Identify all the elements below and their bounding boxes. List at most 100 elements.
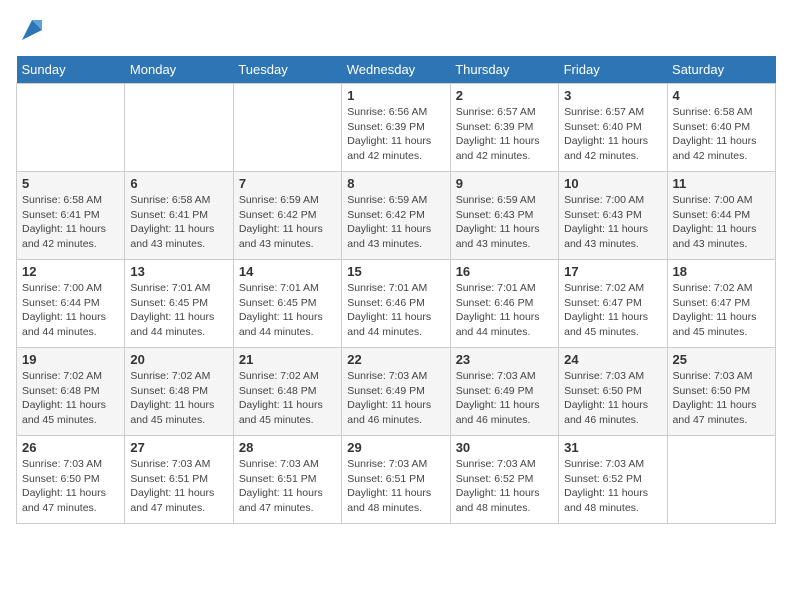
day-number: 26 <box>22 440 119 455</box>
day-of-week-header: Thursday <box>450 56 558 84</box>
day-info: Sunrise: 7:01 AMSunset: 6:45 PMDaylight:… <box>130 281 227 340</box>
day-info: Sunrise: 7:03 AMSunset: 6:51 PMDaylight:… <box>130 457 227 516</box>
calendar-week-row: 26 Sunrise: 7:03 AMSunset: 6:50 PMDayligh… <box>17 436 776 524</box>
calendar-cell <box>233 84 341 172</box>
day-info: Sunrise: 7:01 AMSunset: 6:45 PMDaylight:… <box>239 281 336 340</box>
day-info: Sunrise: 7:02 AMSunset: 6:47 PMDaylight:… <box>564 281 661 340</box>
day-number: 10 <box>564 176 661 191</box>
day-info: Sunrise: 6:58 AMSunset: 6:41 PMDaylight:… <box>22 193 119 252</box>
day-info: Sunrise: 7:00 AMSunset: 6:43 PMDaylight:… <box>564 193 661 252</box>
day-info: Sunrise: 7:03 AMSunset: 6:50 PMDaylight:… <box>22 457 119 516</box>
day-number: 18 <box>673 264 770 279</box>
logo <box>16 16 46 44</box>
calendar-week-row: 12 Sunrise: 7:00 AMSunset: 6:44 PMDayligh… <box>17 260 776 348</box>
day-info: Sunrise: 7:01 AMSunset: 6:46 PMDaylight:… <box>347 281 444 340</box>
day-number: 13 <box>130 264 227 279</box>
day-of-week-header: Sunday <box>17 56 125 84</box>
day-info: Sunrise: 6:57 AMSunset: 6:39 PMDaylight:… <box>456 105 553 164</box>
day-number: 6 <box>130 176 227 191</box>
day-number: 27 <box>130 440 227 455</box>
day-info: Sunrise: 6:58 AMSunset: 6:41 PMDaylight:… <box>130 193 227 252</box>
day-number: 30 <box>456 440 553 455</box>
calendar-cell: 22Sunrise: 7:03 AMSunset: 6:49 PMDayligh… <box>342 348 450 436</box>
day-number: 28 <box>239 440 336 455</box>
calendar-cell: 14 Sunrise: 7:01 AMSunset: 6:45 PMDayligh… <box>233 260 341 348</box>
calendar-cell: 5 Sunrise: 6:58 AMSunset: 6:41 PMDaylight… <box>17 172 125 260</box>
day-info: Sunrise: 7:03 AMSunset: 6:52 PMDaylight:… <box>564 457 661 516</box>
calendar-cell: 3Sunrise: 6:57 AMSunset: 6:40 PMDaylight… <box>559 84 667 172</box>
day-number: 8 <box>347 176 444 191</box>
day-number: 11 <box>673 176 770 191</box>
calendar-cell: 23 Sunrise: 7:03 AMSunset: 6:49 PMDayligh… <box>450 348 558 436</box>
calendar-header-row: SundayMondayTuesdayWednesdayThursdayFrid… <box>17 56 776 84</box>
calendar-cell: 21 Sunrise: 7:02 AMSunset: 6:48 PMDayligh… <box>233 348 341 436</box>
day-info: Sunrise: 7:02 AMSunset: 6:48 PMDaylight:… <box>22 369 119 428</box>
calendar-cell: 28 Sunrise: 7:03 AMSunset: 6:51 PMDayligh… <box>233 436 341 524</box>
day-info: Sunrise: 7:00 AMSunset: 6:44 PMDaylight:… <box>22 281 119 340</box>
calendar-cell: 4 Sunrise: 6:58 AMSunset: 6:40 PMDaylight… <box>667 84 775 172</box>
day-number: 12 <box>22 264 119 279</box>
calendar-cell <box>125 84 233 172</box>
calendar-table: SundayMondayTuesdayWednesdayThursdayFrid… <box>16 56 776 524</box>
calendar-cell: 2 Sunrise: 6:57 AMSunset: 6:39 PMDaylight… <box>450 84 558 172</box>
calendar-cell: 24 Sunrise: 7:03 AMSunset: 6:50 PMDayligh… <box>559 348 667 436</box>
day-number: 24 <box>564 352 661 367</box>
calendar-cell: 31 Sunrise: 7:03 AMSunset: 6:52 PMDayligh… <box>559 436 667 524</box>
day-number: 23 <box>456 352 553 367</box>
day-number: 1 <box>347 88 444 103</box>
day-info: Sunrise: 7:03 AMSunset: 6:51 PMDaylight:… <box>347 457 444 516</box>
calendar-cell: 19 Sunrise: 7:02 AMSunset: 6:48 PMDayligh… <box>17 348 125 436</box>
calendar-cell: 8Sunrise: 6:59 AMSunset: 6:42 PMDaylight… <box>342 172 450 260</box>
calendar-cell: 20 Sunrise: 7:02 AMSunset: 6:48 PMDayligh… <box>125 348 233 436</box>
calendar-week-row: 1Sunrise: 6:56 AMSunset: 6:39 PMDaylight… <box>17 84 776 172</box>
day-of-week-header: Wednesday <box>342 56 450 84</box>
day-number: 22 <box>347 352 444 367</box>
calendar-cell: 15Sunrise: 7:01 AMSunset: 6:46 PMDayligh… <box>342 260 450 348</box>
calendar-cell: 26 Sunrise: 7:03 AMSunset: 6:50 PMDayligh… <box>17 436 125 524</box>
day-info: Sunrise: 7:03 AMSunset: 6:51 PMDaylight:… <box>239 457 336 516</box>
calendar-cell: 18 Sunrise: 7:02 AMSunset: 6:47 PMDayligh… <box>667 260 775 348</box>
day-number: 17 <box>564 264 661 279</box>
day-number: 21 <box>239 352 336 367</box>
day-of-week-header: Tuesday <box>233 56 341 84</box>
day-number: 5 <box>22 176 119 191</box>
calendar-cell <box>17 84 125 172</box>
day-info: Sunrise: 7:03 AMSunset: 6:49 PMDaylight:… <box>456 369 553 428</box>
calendar-cell: 10 Sunrise: 7:00 AMSunset: 6:43 PMDayligh… <box>559 172 667 260</box>
calendar-cell <box>667 436 775 524</box>
calendar-cell: 13 Sunrise: 7:01 AMSunset: 6:45 PMDayligh… <box>125 260 233 348</box>
day-number: 16 <box>456 264 553 279</box>
day-info: Sunrise: 7:03 AMSunset: 6:50 PMDaylight:… <box>673 369 770 428</box>
day-number: 31 <box>564 440 661 455</box>
day-info: Sunrise: 7:02 AMSunset: 6:48 PMDaylight:… <box>239 369 336 428</box>
calendar-cell: 6 Sunrise: 6:58 AMSunset: 6:41 PMDaylight… <box>125 172 233 260</box>
day-of-week-header: Friday <box>559 56 667 84</box>
day-number: 14 <box>239 264 336 279</box>
day-info: Sunrise: 6:57 AMSunset: 6:40 PMDaylight:… <box>564 105 661 164</box>
calendar-cell: 27 Sunrise: 7:03 AMSunset: 6:51 PMDayligh… <box>125 436 233 524</box>
day-info: Sunrise: 7:02 AMSunset: 6:47 PMDaylight:… <box>673 281 770 340</box>
calendar-week-row: 5 Sunrise: 6:58 AMSunset: 6:41 PMDaylight… <box>17 172 776 260</box>
calendar-cell: 9Sunrise: 6:59 AMSunset: 6:43 PMDaylight… <box>450 172 558 260</box>
day-of-week-header: Saturday <box>667 56 775 84</box>
day-number: 20 <box>130 352 227 367</box>
day-info: Sunrise: 6:58 AMSunset: 6:40 PMDaylight:… <box>673 105 770 164</box>
page-header <box>16 16 776 44</box>
calendar-cell: 17 Sunrise: 7:02 AMSunset: 6:47 PMDayligh… <box>559 260 667 348</box>
day-info: Sunrise: 7:01 AMSunset: 6:46 PMDaylight:… <box>456 281 553 340</box>
day-info: Sunrise: 7:00 AMSunset: 6:44 PMDaylight:… <box>673 193 770 252</box>
day-info: Sunrise: 7:02 AMSunset: 6:48 PMDaylight:… <box>130 369 227 428</box>
day-info: Sunrise: 7:03 AMSunset: 6:50 PMDaylight:… <box>564 369 661 428</box>
day-info: Sunrise: 7:03 AMSunset: 6:52 PMDaylight:… <box>456 457 553 516</box>
calendar-cell: 7Sunrise: 6:59 AMSunset: 6:42 PMDaylight… <box>233 172 341 260</box>
day-number: 2 <box>456 88 553 103</box>
calendar-cell: 29Sunrise: 7:03 AMSunset: 6:51 PMDayligh… <box>342 436 450 524</box>
calendar-cell: 1Sunrise: 6:56 AMSunset: 6:39 PMDaylight… <box>342 84 450 172</box>
logo-icon <box>18 16 46 44</box>
day-number: 7 <box>239 176 336 191</box>
day-number: 4 <box>673 88 770 103</box>
day-number: 9 <box>456 176 553 191</box>
calendar-cell: 12 Sunrise: 7:00 AMSunset: 6:44 PMDayligh… <box>17 260 125 348</box>
day-number: 19 <box>22 352 119 367</box>
day-of-week-header: Monday <box>125 56 233 84</box>
